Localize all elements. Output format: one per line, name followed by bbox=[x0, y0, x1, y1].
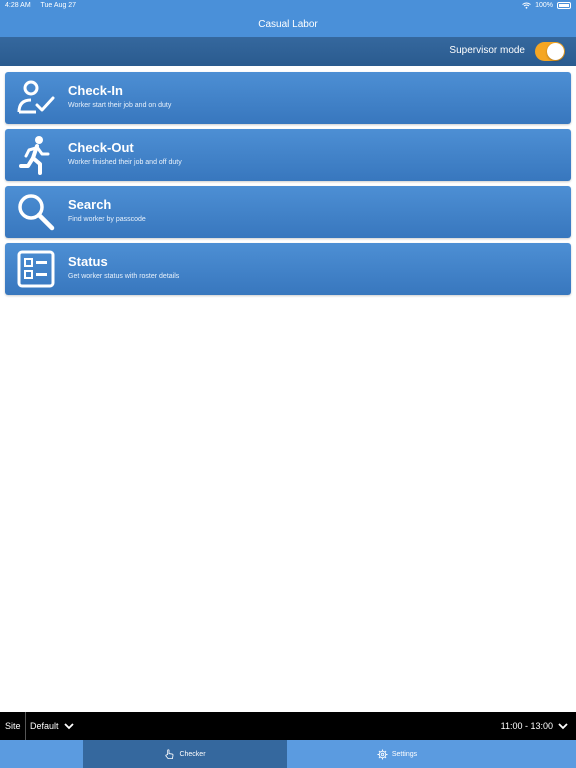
status-subtitle: Get worker status with roster details bbox=[68, 273, 180, 280]
search-icon bbox=[18, 194, 55, 231]
status-bar: 4:28 AM Tue Aug 27 100% bbox=[0, 0, 576, 12]
status-bar-left: 4:28 AM Tue Aug 27 bbox=[5, 2, 84, 9]
supervisor-bar: Supervisor mode bbox=[0, 37, 576, 66]
status-button[interactable]: Status Get worker status with roster det… bbox=[5, 243, 571, 295]
roster-list-icon bbox=[17, 250, 55, 288]
status-title: Status bbox=[68, 254, 108, 269]
chevron-down-icon bbox=[63, 722, 74, 729]
tab-settings-label: Settings bbox=[391, 750, 418, 758]
site-divider bbox=[25, 712, 26, 740]
supervisor-mode-label: Supervisor mode bbox=[449, 45, 525, 56]
battery-icon bbox=[557, 2, 571, 9]
tab-bar: Checker Settings bbox=[0, 740, 576, 768]
check-in-button[interactable]: Check-In Worker start their job and on d… bbox=[5, 72, 571, 124]
main-menu: Check-In Worker start their job and on d… bbox=[5, 72, 571, 300]
battery-percent: 100% bbox=[535, 2, 553, 9]
tab-checker-label: Checker bbox=[179, 750, 206, 758]
check-out-subtitle: Worker finished their job and off duty bbox=[68, 159, 182, 166]
hand-pointer-icon bbox=[165, 748, 174, 759]
status-time: 4:28 AM bbox=[5, 2, 31, 9]
time-range-select[interactable]: 11:00 - 13:00 bbox=[501, 721, 568, 731]
tab-settings[interactable]: Settings bbox=[287, 740, 507, 768]
check-out-button[interactable]: Check-Out Worker finished their job and … bbox=[5, 129, 571, 181]
check-in-subtitle: Worker start their job and on duty bbox=[68, 102, 172, 109]
time-range-value: 11:00 - 13:00 bbox=[500, 721, 553, 731]
search-subtitle: Find worker by passcode bbox=[68, 216, 146, 223]
page-title: Casual Labor bbox=[258, 19, 318, 30]
status-bar-right: 100% bbox=[522, 2, 571, 9]
running-person-icon bbox=[19, 136, 50, 175]
title-bar: Casual Labor bbox=[0, 12, 576, 37]
site-value: Default bbox=[30, 721, 59, 731]
status-date: Tue Aug 27 bbox=[40, 2, 77, 9]
gear-icon bbox=[377, 748, 388, 760]
user-check-icon bbox=[17, 80, 55, 114]
site-label: Site bbox=[5, 721, 21, 731]
check-in-title: Check-In bbox=[68, 83, 123, 98]
footer-bar: Site Default 11:00 - 13:00 bbox=[0, 712, 576, 740]
check-out-title: Check-Out bbox=[68, 140, 134, 155]
chevron-down-icon bbox=[558, 722, 568, 729]
app-root: 4:28 AM Tue Aug 27 100% Casual Labor Sup… bbox=[0, 0, 576, 768]
search-title: Search bbox=[68, 197, 112, 212]
search-button[interactable]: Search Find worker by passcode bbox=[5, 186, 571, 238]
tab-checker[interactable]: Checker bbox=[83, 740, 287, 768]
toggle-knob bbox=[547, 43, 564, 60]
supervisor-mode-toggle[interactable] bbox=[535, 42, 565, 61]
wifi-icon bbox=[522, 2, 531, 9]
site-select[interactable]: Default bbox=[30, 721, 74, 731]
